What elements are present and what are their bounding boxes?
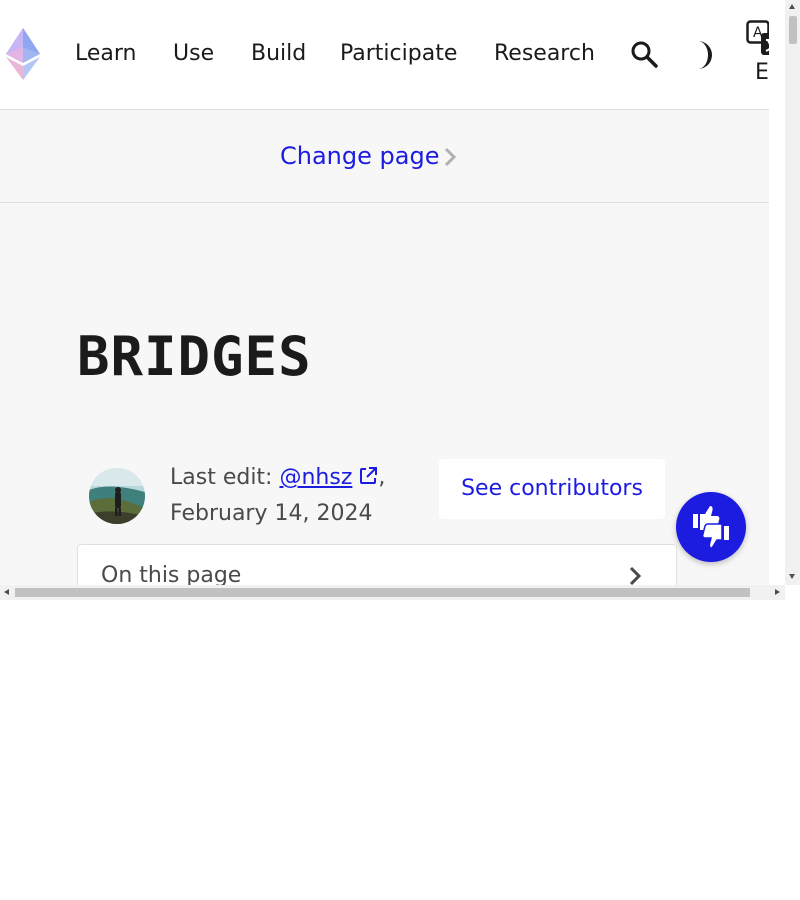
last-edit-date: February 14, 2024 — [170, 501, 373, 526]
vertical-scroll-thumb[interactable] — [789, 16, 797, 44]
nav-participate[interactable]: Participate — [340, 40, 457, 68]
last-edit-comma: , — [378, 465, 386, 490]
toc-label: On this page — [101, 563, 242, 585]
scroll-left-arrow-icon[interactable] — [4, 589, 9, 595]
author-link[interactable]: @nhsz — [279, 465, 352, 490]
author-avatar — [89, 468, 145, 524]
nav-learn[interactable]: Learn — [75, 40, 137, 68]
page-content: Learn Use Build Participate Research A E… — [0, 0, 769, 585]
search-icon[interactable] — [630, 40, 658, 68]
last-edit-prefix: Last edit: — [170, 465, 280, 490]
nav-build[interactable]: Build — [251, 40, 306, 68]
language-label[interactable]: EN — [755, 60, 769, 86]
chevron-right-icon — [629, 566, 642, 585]
external-link-icon — [360, 467, 378, 484]
feedback-button[interactable] — [676, 492, 746, 562]
scroll-up-arrow-icon[interactable] — [789, 4, 795, 9]
scroll-right-arrow-icon[interactable] — [775, 589, 780, 595]
thumbs-feedback-icon — [693, 506, 729, 549]
page-title: BRIDGES — [77, 325, 312, 388]
nav-research[interactable]: Research — [494, 40, 595, 68]
ethereum-logo-icon[interactable] — [6, 28, 40, 80]
dark-mode-icon[interactable] — [692, 40, 718, 70]
horizontal-scrollbar[interactable] — [0, 585, 785, 600]
nav-use[interactable]: Use — [173, 40, 214, 68]
chevron-right-icon — [444, 147, 457, 167]
change-page-bar: Change page — [0, 110, 769, 203]
last-edit-info: Last edit: @nhsz, February 14, 2024 — [170, 460, 410, 532]
change-page-button[interactable]: Change page — [280, 140, 439, 172]
browser-viewport: Learn Use Build Participate Research A E… — [0, 0, 800, 600]
vertical-scrollbar[interactable] — [785, 0, 800, 585]
horizontal-scroll-thumb[interactable] — [15, 588, 750, 597]
on-this-page-toc[interactable]: On this page — [77, 544, 677, 585]
top-navigation: Learn Use Build Participate Research A E… — [0, 0, 769, 110]
scroll-down-arrow-icon[interactable] — [789, 574, 795, 579]
translate-icon[interactable]: A — [746, 20, 769, 56]
see-contributors-button[interactable]: See contributors — [439, 459, 665, 519]
